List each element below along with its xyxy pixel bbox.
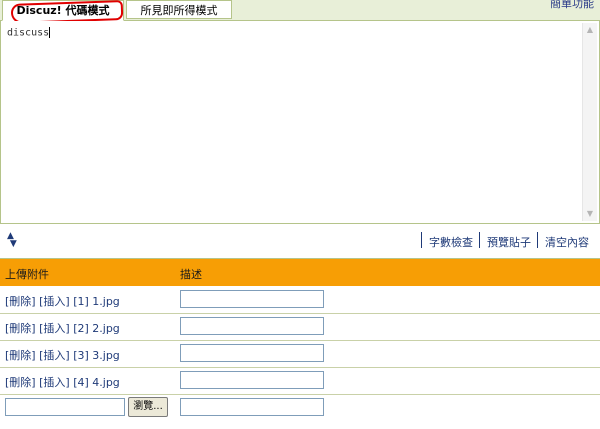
editor-toolbar: ▲ ▼ 字數檢查 預覽貼子 清空內容 [0, 223, 600, 259]
attachment-name[interactable]: [2] 2.jpg [73, 322, 120, 335]
attachment-description-input[interactable] [180, 344, 324, 362]
insert-attachment-link[interactable]: [插入] [39, 322, 70, 335]
attachment-row: [刪除] [插入] [1] 1.jpg [0, 286, 600, 314]
new-attachment-row: 瀏覽... [0, 394, 600, 421]
toolbar-separator [537, 232, 538, 248]
editor-tab-bar: Discuz! 代碼模式 所見即所得模式 簡單功能 [0, 0, 600, 24]
delete-attachment-link[interactable]: [刪除] [5, 295, 36, 308]
tab-wysiwyg-mode[interactable]: 所見即所得模式 [126, 0, 232, 19]
attachment-row: [刪除] [插入] [4] 4.jpg [0, 367, 600, 395]
file-path-input[interactable] [5, 398, 125, 416]
scroll-up-arrow-icon[interactable]: ▲ [583, 23, 597, 37]
resize-arrows-icon[interactable]: ▲ ▼ [7, 232, 23, 249]
insert-attachment-link[interactable]: [插入] [39, 376, 70, 389]
attachment-name[interactable]: [1] 1.jpg [73, 295, 120, 308]
message-textarea[interactable]: discuss ▲ ▼ [0, 21, 600, 223]
attachment-description-input[interactable] [180, 371, 324, 389]
attachment-description-input[interactable] [180, 290, 324, 308]
scroll-down-arrow-icon[interactable]: ▼ [583, 207, 597, 221]
attachment-row: [刪除] [插入] [3] 3.jpg [0, 340, 600, 368]
vertical-scrollbar[interactable]: ▲ ▼ [582, 23, 597, 221]
attachment-row: [刪除] [插入] [2] 2.jpg [0, 313, 600, 341]
insert-attachment-link[interactable]: [插入] [39, 349, 70, 362]
preview-post-button[interactable]: 預覽貼子 [487, 234, 531, 250]
toolbar-separator [421, 232, 422, 248]
toolbar-separator [479, 232, 480, 248]
new-attachment-description-input[interactable] [180, 398, 324, 416]
delete-attachment-link[interactable]: [刪除] [5, 376, 36, 389]
browse-button[interactable]: 瀏覽... [128, 397, 168, 417]
attachment-table-header: 上傳附件 描述 [0, 259, 600, 286]
insert-attachment-link[interactable]: [插入] [39, 295, 70, 308]
delete-attachment-link[interactable]: [刪除] [5, 322, 36, 335]
upload-attachment-header: 上傳附件 [5, 268, 49, 281]
text-caret [49, 27, 51, 38]
simple-features-link[interactable]: 簡單功能 [550, 0, 594, 11]
word-count-button[interactable]: 字數檢查 [429, 234, 473, 250]
textarea-content: discuss [7, 27, 50, 39]
tab-code-mode[interactable]: Discuz! 代碼模式 [2, 0, 124, 24]
delete-attachment-link[interactable]: [刪除] [5, 349, 36, 362]
clear-content-button[interactable]: 清空內容 [545, 234, 589, 250]
tab-wysiwyg-mode-label: 所見即所得模式 [140, 4, 218, 17]
description-header: 描述 [180, 268, 202, 281]
attachment-name[interactable]: [4] 4.jpg [73, 376, 120, 389]
attachment-description-input[interactable] [180, 317, 324, 335]
attachment-name[interactable]: [3] 3.jpg [73, 349, 120, 362]
